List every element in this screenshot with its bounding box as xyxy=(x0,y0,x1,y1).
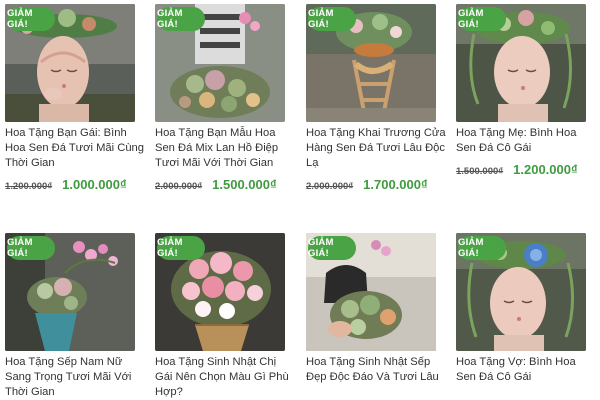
product-card[interactable]: GIẢM GIÁ! Hoa Tặng Sinh Nhật Sếp Đẹp Độc… xyxy=(306,233,441,385)
product-card[interactable]: GIẢM GIÁ! Hoa Tặng Sếp Nam Nữ Sang Trọng… xyxy=(5,233,140,400)
product-card[interactable]: GIẢM GIÁ! Hoa Tặng Bạn Gái: Bình Hoa Sen… xyxy=(5,4,144,192)
product-image[interactable]: GIẢM GIÁ! xyxy=(5,233,135,351)
product-image[interactable]: GIẢM GIÁ! xyxy=(456,233,586,351)
product-card[interactable]: GIẢM GIÁ! Hoa Tặng Khai Trương Cửa Hàng … xyxy=(306,4,446,192)
price-row: 1.200.000₫ 1.000.000₫ xyxy=(5,177,145,192)
product-card[interactable]: GIẢM GIÁ! Hoa Tặng Vợ: Bình Hoa Sen Đá C… xyxy=(456,233,591,385)
price-row: 1.500.000₫ 1.200.000₫ xyxy=(456,162,596,177)
product-card[interactable]: GIẢM GIÁ! Hoa Tặng Bạn Mẫu Hoa Sen Đá Mi… xyxy=(155,4,290,192)
sale-badge: GIẢM GIÁ! xyxy=(308,7,356,31)
old-price: 2.000.000₫ xyxy=(155,181,203,192)
product-title[interactable]: Hoa Tặng Bạn Mẫu Hoa Sen Đá Mix Lan Hồ Đ… xyxy=(155,126,295,171)
sale-price: 1.700.000₫ xyxy=(363,177,428,192)
sale-badge: GIẢM GIÁ! xyxy=(7,7,55,31)
sale-badge: GIẢM GIÁ! xyxy=(7,236,55,260)
product-image[interactable]: GIẢM GIÁ! xyxy=(306,233,436,351)
old-price: 1.500.000₫ xyxy=(456,166,504,177)
old-price: 1.200.000₫ xyxy=(5,181,53,192)
product-image[interactable]: GIẢM GIÁ! xyxy=(5,4,135,122)
product-image[interactable]: GIẢM GIÁ! xyxy=(306,4,436,122)
product-title[interactable]: Hoa Tặng Mẹ: Bình Hoa Sen Đá Cô Gái xyxy=(456,126,596,156)
price-row: 2.000.000₫ 1.700.000₫ xyxy=(306,177,446,192)
product-grid: GIẢM GIÁ! Hoa Tặng Bạn Gái: Bình Hoa Sen… xyxy=(0,0,600,400)
product-title[interactable]: Hoa Tặng Sinh Nhật Sếp Đẹp Độc Đáo Và Tư… xyxy=(306,355,446,385)
sale-badge: GIẢM GIÁ! xyxy=(458,7,506,31)
sale-price: 1.000.000₫ xyxy=(62,177,127,192)
price-row: 2.000.000₫ 1.500.000₫ xyxy=(155,177,295,192)
sale-badge: GIẢM GIÁ! xyxy=(308,236,356,260)
product-card[interactable]: GIẢM GIÁ! Hoa Tặng Mẹ: Bình Hoa Sen Đá C… xyxy=(456,4,591,177)
product-image[interactable]: GIẢM GIÁ! xyxy=(155,233,285,351)
product-title[interactable]: Hoa Tặng Khai Trương Cửa Hàng Sen Đá Tươ… xyxy=(306,126,446,171)
product-title[interactable]: Hoa Tặng Vợ: Bình Hoa Sen Đá Cô Gái xyxy=(456,355,596,385)
product-title[interactable]: Hoa Tặng Bạn Gái: Bình Hoa Sen Đá Tươi M… xyxy=(5,126,145,171)
product-title[interactable]: Hoa Tặng Sinh Nhật Chị Gái Nên Chọn Màu … xyxy=(155,355,295,400)
product-title[interactable]: Hoa Tặng Sếp Nam Nữ Sang Trọng Tươi Mãi … xyxy=(5,355,145,400)
product-image[interactable]: GIẢM GIÁ! xyxy=(155,4,285,122)
sale-badge: GIẢM GIÁ! xyxy=(157,236,205,260)
sale-price: 1.500.000₫ xyxy=(212,177,277,192)
sale-badge: GIẢM GIÁ! xyxy=(157,7,205,31)
old-price: 2.000.000₫ xyxy=(306,181,354,192)
sale-badge: GIẢM GIÁ! xyxy=(458,236,506,260)
product-image[interactable]: GIẢM GIÁ! xyxy=(456,4,586,122)
sale-price: 1.200.000₫ xyxy=(513,162,578,177)
product-card[interactable]: GIẢM GIÁ! Hoa Tặng Sinh Nhật Chị Gái Nên… xyxy=(155,233,290,400)
